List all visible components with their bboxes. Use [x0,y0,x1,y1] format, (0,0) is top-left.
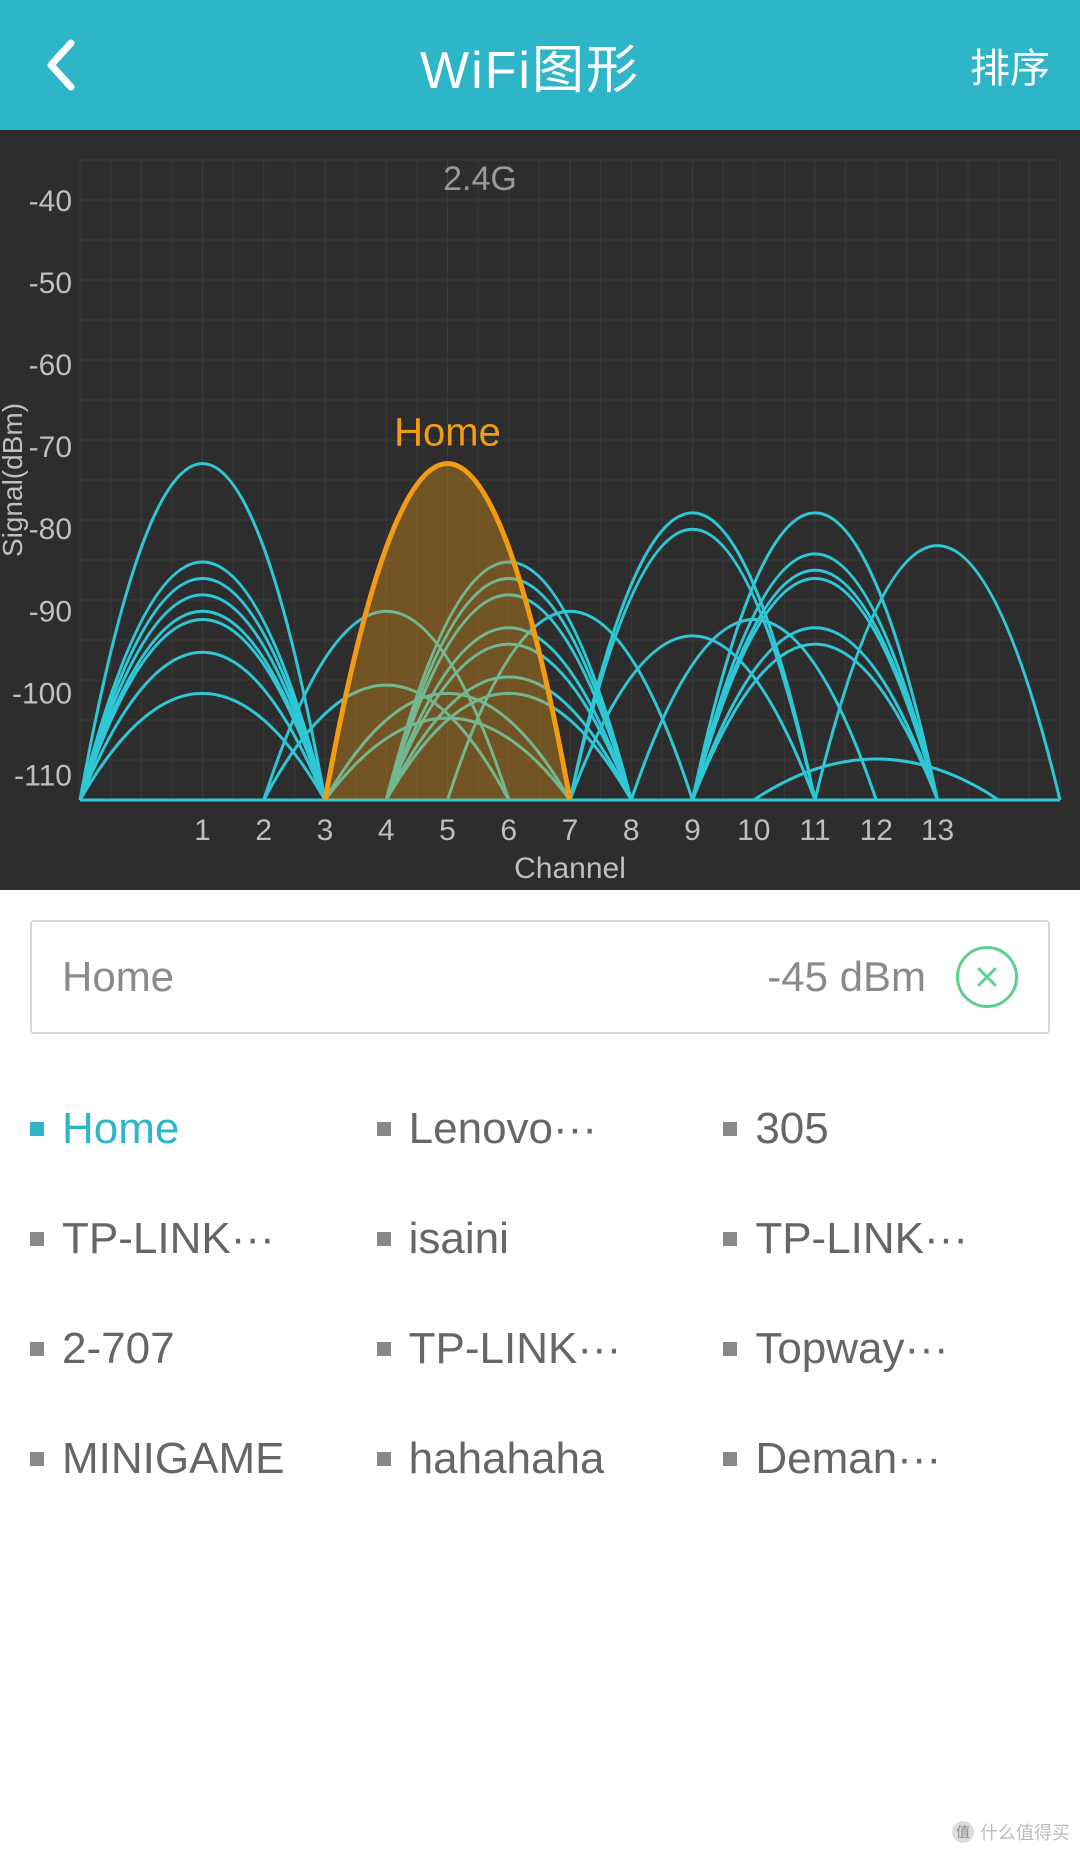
svg-text:11: 11 [799,814,830,847]
network-item-label: hahahaha [409,1434,605,1484]
network-item[interactable]: 305 [723,1104,1050,1154]
network-item[interactable]: Lenovo··· [377,1104,704,1154]
watermark-text: 什么值得买 [980,1819,1070,1845]
network-list: Home Lenovo··· 305 TP-LINK··· isaini TP-LINK·… [0,1104,1080,1484]
bullet-icon [723,1232,737,1246]
chevron-left-icon [43,39,77,91]
watermark-badge-icon: 值 [952,1821,974,1843]
network-item-label: MINIGAME [62,1434,284,1484]
network-item[interactable]: isaini [377,1214,704,1264]
wifi-signal-chart: -40-50-60-70-80-90-100-11012345678910111… [0,130,1080,890]
network-item-label: Topway··· [755,1324,948,1374]
svg-text:-50: -50 [29,267,72,300]
clear-selection-button[interactable] [956,946,1018,1008]
bullet-icon [30,1452,44,1466]
network-item[interactable]: TP-LINK··· [30,1214,357,1264]
app-header: WiFi图形 排序 [0,0,1080,130]
bullet-icon [377,1232,391,1246]
selected-network-box[interactable]: Home -45 dBm [30,920,1050,1034]
network-item[interactable]: Topway··· [723,1324,1050,1374]
close-icon [975,965,999,989]
selected-network-signal: -45 dBm [767,953,926,1001]
bullet-icon [377,1452,391,1466]
network-item[interactable]: Home [30,1104,357,1154]
svg-text:Signal(dBm): Signal(dBm) [0,403,28,557]
svg-text:-100: -100 [12,677,72,710]
svg-text:4: 4 [378,814,395,847]
bullet-icon [377,1342,391,1356]
svg-text:6: 6 [500,814,517,847]
network-item[interactable]: hahahaha [377,1434,704,1484]
svg-text:10: 10 [737,814,770,847]
svg-text:3: 3 [317,814,334,847]
network-item[interactable]: MINIGAME [30,1434,357,1484]
network-item-label: 305 [755,1104,828,1154]
network-item-label: Home [62,1104,179,1154]
network-item[interactable]: TP-LINK··· [377,1324,704,1374]
svg-text:-80: -80 [29,513,72,546]
network-item-label: Lenovo··· [409,1104,597,1154]
svg-text:1: 1 [194,814,211,847]
svg-text:-90: -90 [29,595,72,628]
sort-button[interactable]: 排序 [970,36,1050,94]
selected-network-panel: Home -45 dBm [0,890,1080,1064]
network-item-label: 2-707 [62,1324,175,1374]
svg-text:-110: -110 [14,759,72,792]
svg-text:-60: -60 [29,349,72,382]
network-item[interactable]: TP-LINK··· [723,1214,1050,1264]
bullet-icon [723,1342,737,1356]
network-item-label: isaini [409,1214,509,1264]
back-button[interactable] [30,35,90,95]
svg-text:12: 12 [860,814,893,847]
bullet-icon [30,1122,44,1136]
network-item[interactable]: Deman··· [723,1434,1050,1484]
svg-text:13: 13 [921,814,954,847]
svg-text:5: 5 [439,814,456,847]
network-item-label: TP-LINK··· [62,1214,275,1264]
bullet-icon [30,1342,44,1356]
svg-text:Home: Home [394,411,501,455]
bullet-icon [30,1232,44,1246]
network-item-label: Deman··· [755,1434,941,1484]
watermark: 值 什么值得买 [952,1819,1070,1845]
bullet-icon [723,1122,737,1136]
svg-text:Channel: Channel [514,852,626,885]
selected-network-name: Home [62,953,174,1001]
network-item-label: TP-LINK··· [409,1324,622,1374]
svg-text:8: 8 [623,814,640,847]
svg-text:-70: -70 [29,431,72,464]
bullet-icon [377,1122,391,1136]
svg-text:2.4G: 2.4G [443,160,517,198]
svg-text:-40: -40 [29,185,72,218]
svg-text:7: 7 [562,814,579,847]
network-item[interactable]: 2-707 [30,1324,357,1374]
svg-text:9: 9 [684,814,701,847]
network-item-label: TP-LINK··· [755,1214,968,1264]
svg-text:2: 2 [255,814,272,847]
bullet-icon [723,1452,737,1466]
page-title: WiFi图形 [420,28,640,103]
